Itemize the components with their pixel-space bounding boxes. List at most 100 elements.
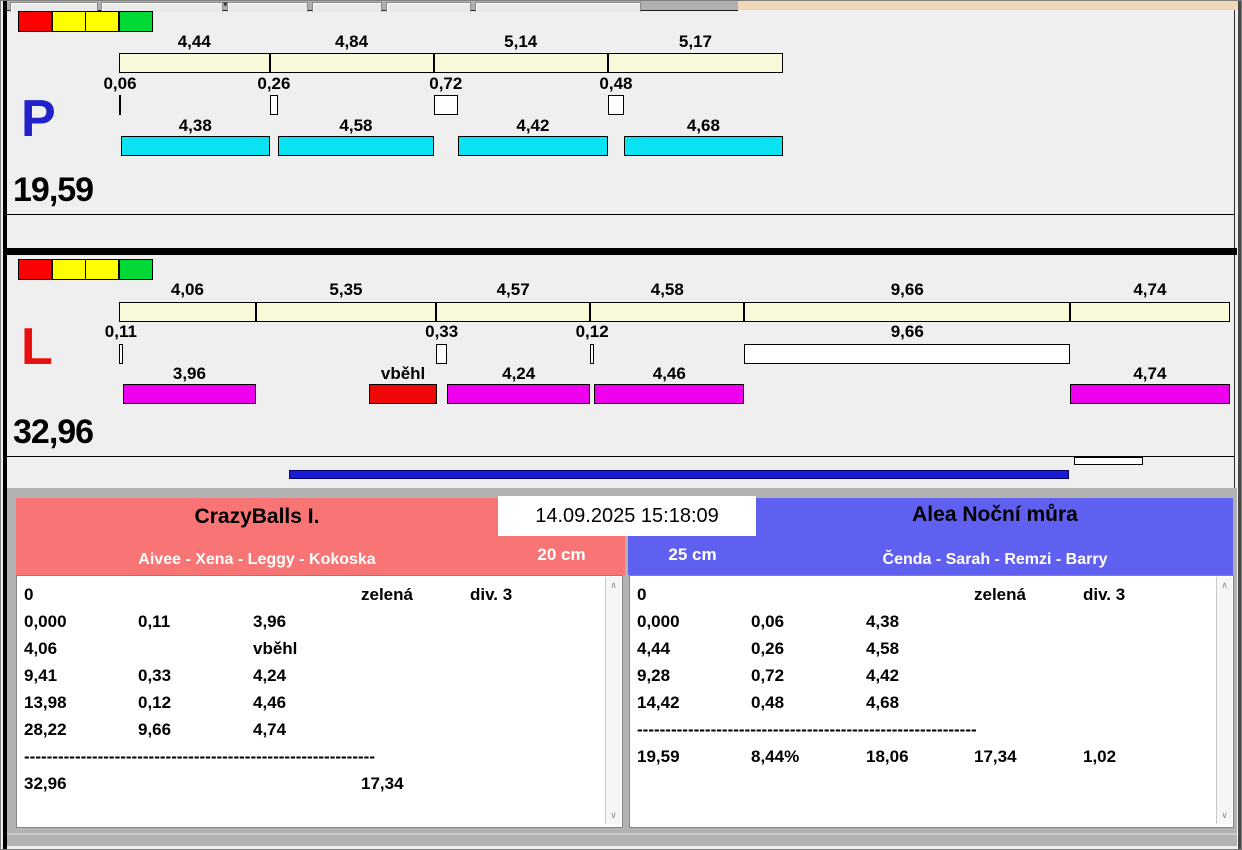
result-cell: 4,46 bbox=[253, 693, 287, 712]
run-time-label: 4,42 bbox=[516, 116, 550, 135]
split-time-label: 4,57 bbox=[496, 280, 530, 299]
changeover-box bbox=[607, 95, 625, 115]
run-time-label: 4,24 bbox=[502, 364, 536, 383]
result-cell: 9,28 bbox=[637, 666, 671, 685]
run-time-label: 4,38 bbox=[178, 116, 212, 135]
start-light bbox=[18, 11, 52, 32]
result-cell: 3,96 bbox=[253, 612, 287, 631]
run-time-bar bbox=[594, 384, 745, 404]
lane-divider bbox=[7, 456, 1234, 457]
split-time-label: 4,74 bbox=[1133, 280, 1167, 299]
team-name-right: Alea Noční můra bbox=[912, 503, 1078, 526]
result-cell: 1,02 bbox=[1083, 747, 1117, 766]
result-cell: vběhl bbox=[253, 639, 298, 658]
result-cell: 0,11 bbox=[138, 612, 171, 631]
run-time-bar bbox=[624, 136, 783, 156]
split-time-label: 4,06 bbox=[170, 280, 204, 299]
datetime-display: 14.09.2025 15:18:09 bbox=[498, 496, 756, 536]
result-cell: 0,000 bbox=[24, 612, 67, 631]
lane-letter: L bbox=[21, 318, 53, 376]
changeover-wide-box bbox=[744, 344, 1070, 364]
result-cell: 0,72 bbox=[751, 666, 785, 685]
results-list-left[interactable]: 0 zelená div. 3 0,000 0,11 3,96 4,06 vběhl 9,41 0… bbox=[16, 575, 623, 828]
changeover-label: 0,11 bbox=[104, 322, 137, 341]
result-cell: 0,06 bbox=[751, 612, 785, 631]
result-cell: 0,48 bbox=[751, 693, 785, 712]
split-time-bar bbox=[1070, 302, 1230, 322]
fault-run-bar bbox=[369, 384, 438, 404]
start-light bbox=[18, 259, 52, 280]
scrollbar-down-button[interactable]: ∨ bbox=[606, 807, 621, 823]
scrollbar-up-button[interactable]: ∧ bbox=[606, 577, 621, 593]
result-cell: 19,59 bbox=[637, 747, 680, 766]
split-time-bar bbox=[590, 302, 745, 322]
changeover-box bbox=[436, 344, 448, 364]
result-cell: 0,26 bbox=[751, 639, 785, 658]
changeover-label: 0,06 bbox=[103, 74, 137, 93]
changeover-label: 0,12 bbox=[575, 322, 609, 341]
result-cell: 4,24 bbox=[253, 666, 287, 685]
lane-total-time: 19,59 bbox=[13, 171, 94, 209]
height-label-left: 20 cm bbox=[537, 545, 586, 564]
scrollbar[interactable]: ∧ ∨ bbox=[1216, 577, 1232, 824]
result-cell: 13,98 bbox=[24, 693, 67, 712]
split-time-bar bbox=[119, 302, 256, 322]
result-cell: 8,44% bbox=[751, 747, 800, 766]
start-light bbox=[85, 259, 119, 280]
toolbar-button[interactable] bbox=[386, 2, 471, 12]
result-cell: 4,06 bbox=[24, 639, 58, 658]
result-cell: 0 bbox=[24, 585, 34, 604]
start-light bbox=[51, 11, 86, 32]
lane-total-time: 32,96 bbox=[13, 413, 94, 451]
result-cell: 0,000 bbox=[637, 612, 680, 631]
dashes-separator: ----------------------------------------… bbox=[637, 720, 977, 739]
team-members-right: Čenda - Sarah - Remzi - Barry bbox=[882, 551, 1108, 568]
split-time-bar bbox=[269, 53, 434, 73]
caret-icon: ▾ bbox=[223, 0, 228, 9]
flyball-timing-window: ▾ 4,44 4,84 5,14 5,17 0,06 0,26 0,72 0,48 4,38 4,… bbox=[0, 0, 1242, 850]
changeover-box bbox=[433, 95, 458, 115]
result-cell: div. 3 bbox=[1083, 585, 1126, 604]
result-cell: 4,44 bbox=[637, 639, 671, 658]
result-cell: 9,66 bbox=[138, 720, 172, 739]
bottom-divider bbox=[7, 833, 1237, 835]
run-time-bar bbox=[447, 384, 591, 404]
toolbar-button[interactable] bbox=[312, 2, 382, 12]
start-light bbox=[51, 259, 86, 280]
toolbar-button[interactable] bbox=[227, 2, 308, 12]
changeover-label: 0,33 bbox=[425, 322, 459, 341]
scrollbar-up-button[interactable]: ∧ bbox=[1217, 577, 1232, 593]
strip-mini-bar bbox=[1074, 457, 1143, 465]
scrollbar-down-button[interactable]: ∨ bbox=[1217, 807, 1232, 823]
run-time-label: 3,96 bbox=[172, 364, 206, 383]
changeover-label: 0,26 bbox=[257, 74, 291, 93]
progress-bar bbox=[289, 470, 1069, 479]
results-list-right[interactable]: 0 zelená div. 3 0,000 0,06 4,38 4,44 0,26 4,58 9,… bbox=[629, 575, 1234, 828]
height-label-right: 25 cm bbox=[668, 545, 717, 564]
start-light bbox=[85, 11, 119, 32]
result-cell: 4,42 bbox=[866, 666, 900, 685]
result-cell: zelená bbox=[361, 585, 413, 604]
changeover-box bbox=[590, 344, 595, 364]
split-time-label: 4,44 bbox=[177, 32, 211, 51]
result-cell: 4,58 bbox=[866, 639, 900, 658]
result-cell: 18,06 bbox=[866, 747, 909, 766]
result-cell: 14,42 bbox=[637, 693, 680, 712]
changeover-label: 0,48 bbox=[599, 74, 633, 93]
changeover-label: 0,72 bbox=[429, 74, 463, 93]
run-time-bar bbox=[121, 136, 270, 156]
split-time-bar bbox=[119, 53, 270, 73]
split-time-label: 4,84 bbox=[335, 32, 369, 51]
run-time-label: 4,68 bbox=[686, 116, 720, 135]
changeover-box bbox=[269, 95, 279, 115]
team-members-left: Aivee - Xena - Leggy - Kokoska bbox=[138, 551, 376, 568]
split-time-bar bbox=[433, 53, 608, 73]
result-cell: 17,34 bbox=[361, 774, 404, 793]
scrollbar[interactable]: ∧ ∨ bbox=[605, 577, 621, 824]
toolbar-button[interactable] bbox=[475, 2, 641, 12]
split-time-label: 5,14 bbox=[504, 32, 538, 51]
result-cell: 9,41 bbox=[24, 666, 58, 685]
window-right-border bbox=[1238, 1, 1241, 849]
result-cell: 17,34 bbox=[974, 747, 1017, 766]
run-time-bar bbox=[458, 136, 608, 156]
